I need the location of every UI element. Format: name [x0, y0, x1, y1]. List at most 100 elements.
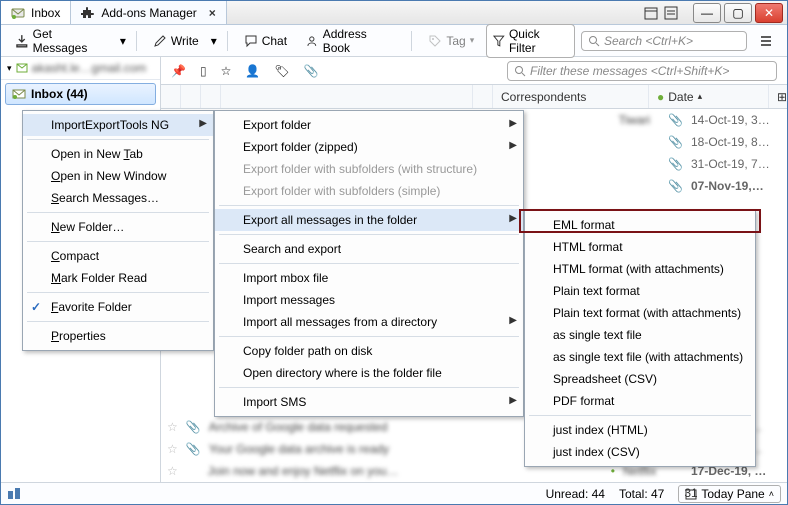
write-button[interactable]: Write — [147, 31, 205, 51]
star-filter-icon[interactable]: ☆ — [221, 64, 232, 78]
contact-filter-icon[interactable]: 👤 — [245, 64, 260, 78]
menu-export-subfolders-simple: Export folder with subfolders (simple) — [215, 180, 523, 202]
account-row[interactable]: ▾ akasht.le…gmail.com — [1, 57, 160, 80]
maximize-button[interactable]: ▢ — [724, 3, 752, 23]
tag-button[interactable]: Tag ▾ — [422, 31, 480, 51]
menu-index-csv[interactable]: just index (CSV) — [525, 441, 755, 463]
menu-index-html[interactable]: just index (HTML) — [525, 419, 755, 441]
write-dropdown[interactable]: ▾ — [211, 34, 217, 48]
col-date-label: Date — [668, 90, 693, 104]
global-search[interactable]: Search <Ctrl+K> — [581, 31, 747, 51]
window-controls: — ▢ ✕ — [690, 3, 783, 24]
message-filter-input[interactable]: Filter these messages <Ctrl+Shift+K> — [507, 61, 777, 81]
menu-search-and-export[interactable]: Search and export — [215, 238, 523, 260]
menu-import-mbox[interactable]: Import mbox file — [215, 267, 523, 289]
tasks-icon[interactable] — [664, 6, 678, 20]
folder-inbox[interactable]: Inbox (44) — [5, 83, 156, 105]
star-icon[interactable]: ☆ — [167, 442, 178, 456]
bookmark-icon[interactable]: ▯ — [200, 64, 207, 78]
attachment-icon: 📎 — [186, 420, 201, 434]
close-button[interactable]: ✕ — [755, 3, 783, 23]
col-subject[interactable] — [221, 85, 473, 108]
attachment-indicator-icon: 📎 — [668, 113, 683, 127]
sort-indicator-icon: ● — [657, 90, 664, 104]
address-book-button[interactable]: Address Book — [299, 24, 401, 58]
titlebar: Inbox Add-ons Manager × — ▢ ✕ — [1, 1, 787, 25]
check-icon: ✓ — [31, 300, 41, 314]
menu-search-messages[interactable]: Search Messages… — [23, 187, 213, 209]
menu-export-folder-zipped[interactable]: Export folder (zipped)▶ — [215, 136, 523, 158]
tab-addons[interactable]: Add-ons Manager × — [71, 1, 226, 24]
quick-filter-button[interactable]: Quick Filter — [486, 24, 575, 58]
menu-export-subfolders-structure: Export folder with subfolders (with stru… — [215, 158, 523, 180]
col-date[interactable]: ● Date ▴ — [649, 85, 769, 108]
col-correspondents[interactable]: Correspondents — [493, 85, 649, 108]
menu-compact[interactable]: Compact — [23, 245, 213, 267]
menu-open-new-tab[interactable]: Open in New Tab — [23, 143, 213, 165]
sort-asc-icon: ▴ — [698, 91, 703, 102]
menu-pdf-format[interactable]: PDF format — [525, 390, 755, 412]
app-menu-button[interactable] — [753, 30, 779, 52]
star-icon[interactable]: ☆ — [167, 464, 178, 478]
get-messages-dropdown[interactable]: ▾ — [120, 34, 126, 48]
menu-import-sms[interactable]: Import SMS▶ — [215, 391, 523, 413]
tag-dropdown-icon: ▾ — [470, 35, 475, 46]
activity-icon[interactable] — [7, 487, 21, 501]
minimize-button[interactable]: — — [693, 3, 721, 23]
chat-button[interactable]: Chat — [238, 31, 293, 51]
menu-copy-folder-path[interactable]: Copy folder path on disk — [215, 340, 523, 362]
submenu-arrow-icon: ▶ — [509, 118, 517, 129]
menu-open-new-window[interactable]: Open in New Window — [23, 165, 213, 187]
message-date: 31-Oct-19, 7… — [691, 157, 781, 171]
puzzle-icon — [81, 6, 95, 20]
tab-inbox[interactable]: Inbox — [1, 1, 71, 24]
menu-favorite-folder[interactable]: ✓Favorite Folder — [23, 296, 213, 318]
menu-single-text-file-attachments[interactable]: as single text file (with attachments) — [525, 346, 755, 368]
menu-open-directory[interactable]: Open directory where is the folder file — [215, 362, 523, 384]
folder-inbox-label: Inbox (44) — [31, 87, 88, 101]
download-icon — [15, 34, 29, 48]
today-pane-button[interactable]: 31 Today Pane ˄ — [678, 485, 781, 503]
status-bar: Unread: 44 Total: 47 31 Today Pane ˄ — [1, 482, 787, 504]
attachment-filter-icon[interactable]: 📎 — [304, 64, 319, 78]
col-read[interactable] — [473, 85, 493, 108]
attachment-indicator-icon: 📎 — [668, 179, 683, 193]
menu-plain-text-format-attachments[interactable]: Plain text format (with attachments) — [525, 302, 755, 324]
menu-export-folder[interactable]: Export folder▶ — [215, 114, 523, 136]
menu-import-all-from-dir[interactable]: Import all messages from a directory▶ — [215, 311, 523, 333]
tag-filter-icon[interactable]: 🏷 — [274, 64, 289, 78]
menu-spreadsheet-csv[interactable]: Spreadsheet (CSV) — [525, 368, 755, 390]
search-icon — [588, 35, 600, 47]
message-date: 18-Oct-19, 8… — [691, 135, 781, 149]
main-toolbar: Get Messages ▾ Write ▾ Chat Address Book… — [1, 25, 787, 57]
menu-html-format[interactable]: HTML format — [525, 236, 755, 258]
menu-single-text-file[interactable]: as single text file — [525, 324, 755, 346]
col-thread[interactable] — [161, 85, 181, 108]
attachment-icon: 📎 — [186, 442, 201, 456]
menu-mark-folder-read[interactable]: Mark Folder Read — [23, 267, 213, 289]
tab-inbox-label: Inbox — [31, 6, 60, 20]
col-attachment[interactable] — [201, 85, 221, 108]
menu-export-all-messages[interactable]: Export all messages in the folder▶ — [215, 209, 523, 231]
funnel-icon — [493, 35, 505, 47]
import-export-submenu: Export folder▶ Export folder (zipped)▶ E… — [214, 110, 524, 417]
star-icon[interactable]: ☆ — [167, 420, 178, 434]
calendar-icon[interactable] — [644, 6, 658, 20]
menu-new-folder[interactable]: New Folder… — [23, 216, 213, 238]
pencil-icon — [153, 34, 167, 48]
svg-text:31: 31 — [685, 488, 697, 500]
menu-plain-text-format[interactable]: Plain text format — [525, 280, 755, 302]
col-star[interactable] — [181, 85, 201, 108]
highlight-frame — [519, 209, 761, 233]
menu-import-export-tools[interactable]: ImportExportTools NG ▶ — [23, 114, 213, 136]
hamburger-icon — [759, 34, 773, 48]
pin-icon[interactable]: 📌 — [171, 64, 186, 78]
col-picker[interactable]: ⊞ — [769, 85, 787, 108]
get-messages-button[interactable]: Get Messages — [9, 24, 114, 58]
menu-properties[interactable]: Properties — [23, 325, 213, 347]
close-tab-icon[interactable]: × — [209, 6, 216, 20]
status-total: Total: 47 — [619, 487, 664, 501]
menu-html-format-attachments[interactable]: HTML format (with attachments) — [525, 258, 755, 280]
menu-import-messages[interactable]: Import messages — [215, 289, 523, 311]
write-label: Write — [171, 34, 199, 48]
